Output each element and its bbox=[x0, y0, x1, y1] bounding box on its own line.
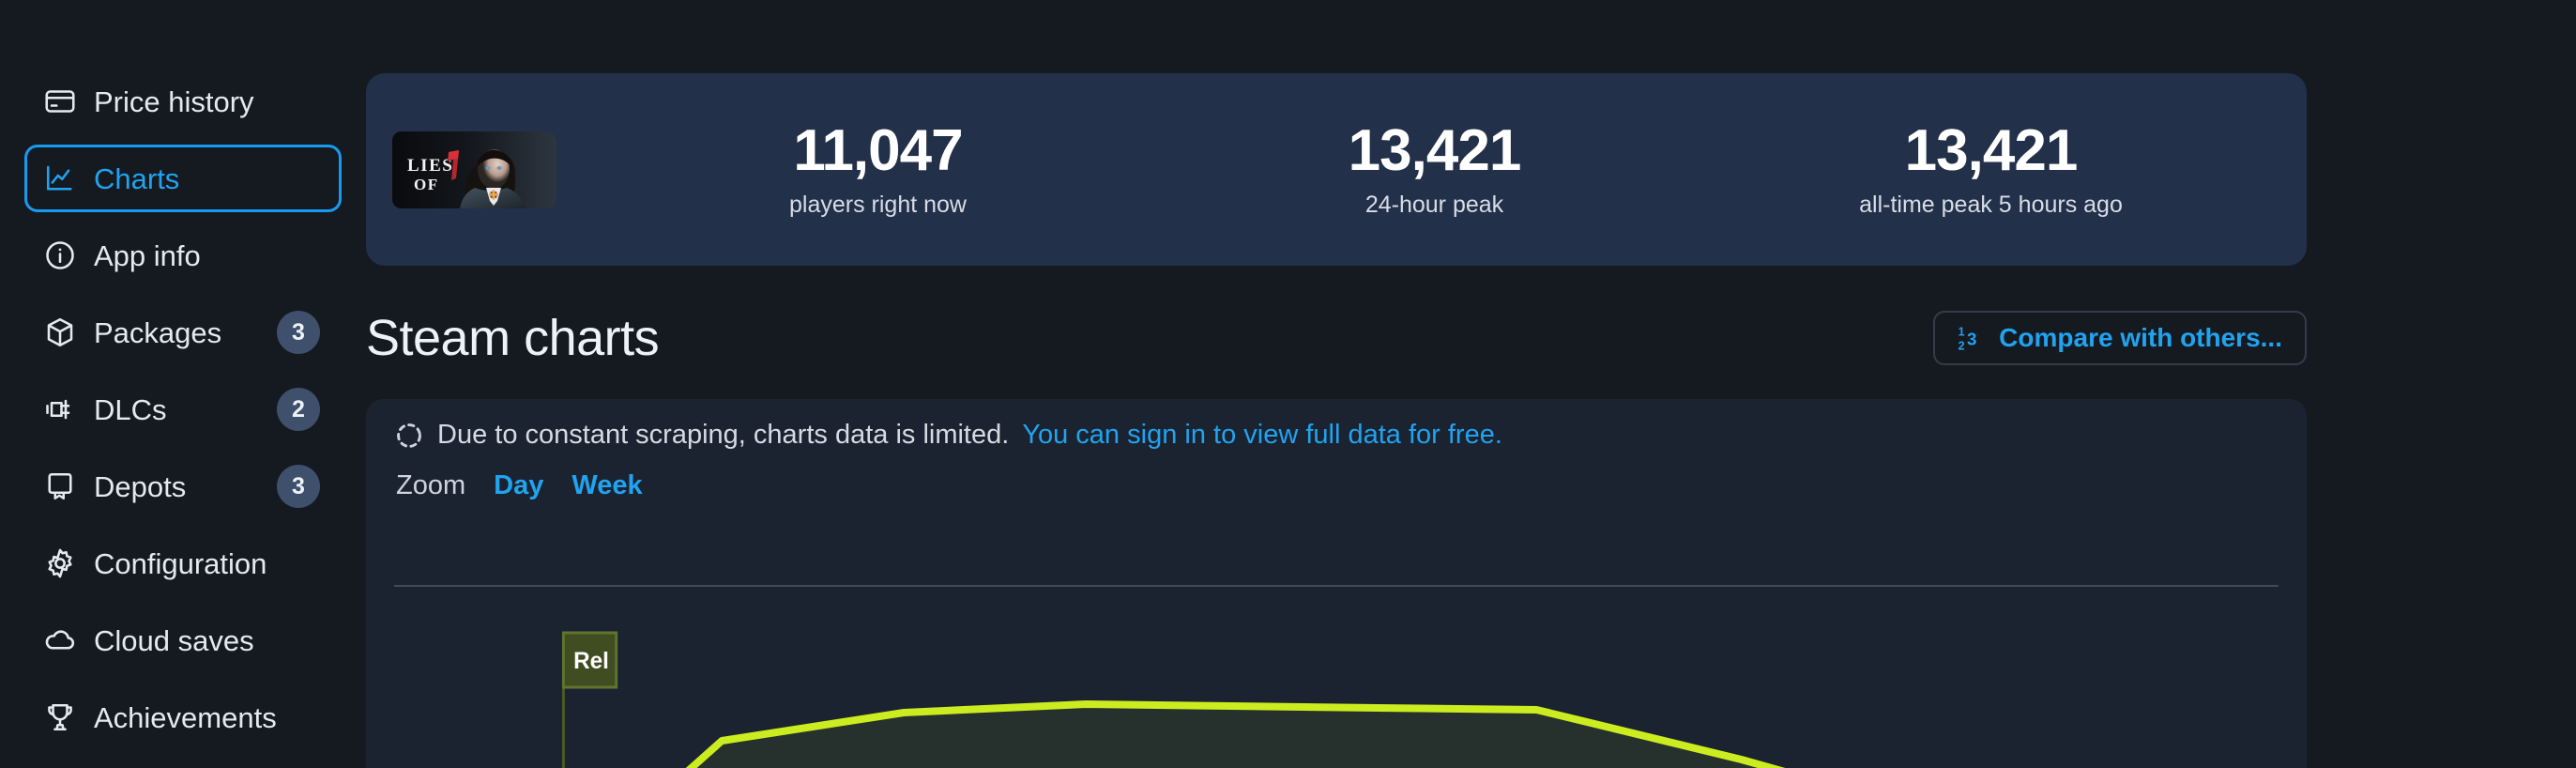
svg-text:1: 1 bbox=[1959, 326, 1965, 339]
sidebar-item-cloud-saves[interactable]: Cloud saves bbox=[24, 607, 342, 674]
release-marker-label: Rel bbox=[573, 649, 609, 674]
credit-card-icon bbox=[42, 84, 78, 119]
gear-icon bbox=[42, 545, 78, 581]
charts-card: Due to constant scraping, charts data is… bbox=[366, 399, 2307, 768]
sidebar-item-dlcs[interactable]: DLCs 2 bbox=[24, 376, 342, 443]
notice-text: Due to constant scraping, charts data is… bbox=[437, 420, 1010, 450]
svg-text:3: 3 bbox=[1967, 330, 1976, 349]
plug-icon bbox=[42, 392, 78, 427]
sidebar-item-label: DLCs bbox=[94, 392, 167, 426]
stat-label: 24-hour peak bbox=[1364, 192, 1504, 219]
stat-value: 13,421 bbox=[1348, 117, 1522, 183]
sidebar-item-price-history[interactable]: Price history bbox=[24, 68, 342, 135]
stat-label: players right now bbox=[789, 192, 967, 219]
stat-24h-peak: 13,421 24-hour peak bbox=[1156, 120, 1713, 219]
compare-button-label: Compare with others... bbox=[1999, 323, 2282, 352]
info-circle-icon bbox=[42, 238, 78, 273]
box-icon bbox=[42, 315, 78, 350]
svg-text:OF: OF bbox=[414, 176, 439, 193]
page-title: Steam charts bbox=[366, 310, 660, 366]
game-cover-art: LIES OF bbox=[392, 131, 556, 208]
sidebar-item-label: Charts bbox=[94, 161, 180, 195]
sign-in-link[interactable]: You can sign in to view full data for fr… bbox=[1022, 420, 1502, 451]
compare-with-others-button[interactable]: 1 2 3 Compare with others... bbox=[1933, 311, 2307, 365]
sidebar-item-app-info[interactable]: App info bbox=[24, 222, 342, 289]
sidebar-item-label: Cloud saves bbox=[94, 623, 254, 657]
trophy-icon bbox=[42, 699, 78, 735]
players-chart[interactable]: Rel 10k bbox=[394, 576, 2279, 768]
svg-text:2: 2 bbox=[1959, 340, 1965, 353]
sidebar-item-label: Packages bbox=[94, 315, 222, 349]
sidebar-item-charts[interactable]: Charts bbox=[24, 145, 342, 212]
book-icon bbox=[42, 468, 78, 504]
stat-players-now: 11,047 players right now bbox=[600, 120, 1156, 219]
sidebar: Price history Charts App info Packages 3… bbox=[0, 0, 366, 768]
sidebar-item-depots[interactable]: Depots 3 bbox=[24, 453, 342, 520]
title-row: Steam charts 1 2 3 Compare with others..… bbox=[366, 307, 2307, 369]
main-content: LIES OF 11,047 players right now 13,421 … bbox=[366, 0, 2576, 768]
svg-text:LIES: LIES bbox=[407, 156, 453, 176]
ranking-123-icon: 1 2 3 bbox=[1958, 324, 1986, 353]
sidebar-item-configuration[interactable]: Configuration bbox=[24, 530, 342, 597]
zoom-option-day[interactable]: Day bbox=[494, 470, 543, 501]
sidebar-item-label: Price history bbox=[94, 84, 254, 118]
app-root: Price history Charts App info Packages 3… bbox=[0, 0, 2576, 768]
zoom-option-week[interactable]: Week bbox=[572, 470, 642, 501]
cloud-icon bbox=[42, 622, 78, 658]
sidebar-item-label: Achievements bbox=[94, 700, 277, 734]
chart-svg: Rel 10k bbox=[394, 585, 2279, 768]
line-chart-icon bbox=[42, 161, 78, 196]
stat-value: 13,421 bbox=[1904, 117, 2079, 183]
sidebar-item-achievements[interactable]: Achievements bbox=[24, 684, 342, 751]
zoom-controls: Zoom Day Week bbox=[366, 451, 2307, 501]
stat-label: all-time peak 5 hours ago bbox=[1859, 192, 2123, 219]
charts-notice: Due to constant scraping, charts data is… bbox=[366, 399, 2307, 451]
stats-panel: LIES OF 11,047 players right now 13,421 … bbox=[366, 73, 2307, 266]
dashed-circle-spinner-icon bbox=[394, 421, 424, 451]
sidebar-item-label: App info bbox=[94, 238, 201, 272]
chart-area-fill bbox=[691, 704, 1772, 768]
sidebar-badge: 2 bbox=[277, 388, 320, 431]
stat-all-time-peak: 13,421 all-time peak 5 hours ago bbox=[1713, 120, 2269, 219]
sidebar-item-label: Depots bbox=[94, 469, 187, 503]
zoom-label: Zoom bbox=[396, 470, 466, 500]
sidebar-item-packages[interactable]: Packages 3 bbox=[24, 299, 342, 366]
sidebar-badge: 3 bbox=[277, 311, 320, 354]
sidebar-item-label: Configuration bbox=[94, 546, 267, 580]
stat-value: 11,047 bbox=[793, 117, 963, 183]
sidebar-badge: 3 bbox=[277, 465, 320, 508]
